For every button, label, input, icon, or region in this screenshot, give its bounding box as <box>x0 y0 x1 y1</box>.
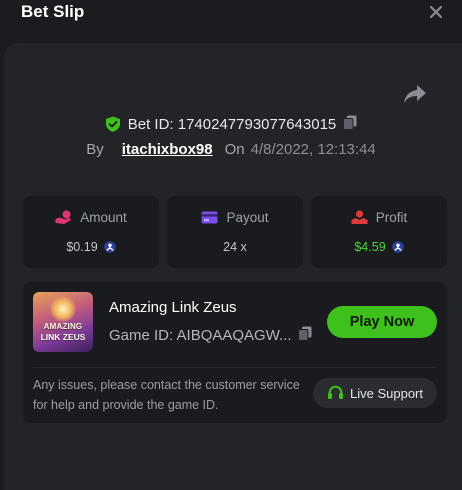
game-name: Amazing Link Zeus <box>109 299 237 316</box>
card-icon <box>201 211 218 224</box>
payout-label-row: Payout <box>167 210 303 225</box>
header: Bet Slip <box>0 0 462 42</box>
game-card: AMAZING LINK ZEUS Amazing Link Zeus Game… <box>23 282 447 423</box>
payout-card: Payout 24 x <box>167 196 303 268</box>
thumbnail-title-line1: AMAZING <box>43 322 83 331</box>
profit-label-row: Profit <box>311 210 447 225</box>
help-text: Any issues, please contact the customer … <box>33 378 300 412</box>
payout-value-row: 24 x <box>167 240 303 254</box>
divider <box>33 367 437 368</box>
amount-card: Amount $0.19 <box>23 196 159 268</box>
username-link[interactable]: itachixbox98 <box>122 141 213 158</box>
profit-card: Profit $4.59 <box>311 196 447 268</box>
profit-label: Profit <box>375 210 408 225</box>
bet-id: Bet ID: 1740247793077643015 <box>127 115 337 133</box>
headset-icon <box>328 385 343 399</box>
thumbnail-glow <box>50 296 76 322</box>
game-thumbnail[interactable]: AMAZING LINK ZEUS <box>33 292 93 352</box>
close-icon <box>429 5 443 19</box>
coin-hand-icon <box>55 210 72 224</box>
copy-game-id-button[interactable] <box>297 326 312 345</box>
copy-icon <box>297 326 312 341</box>
page-title: Bet Slip <box>21 2 85 21</box>
amount-value: $0.19 <box>66 240 98 254</box>
share-button[interactable] <box>403 83 427 105</box>
bet-meta-row: By itachixbox98 On 4/8/2022, 12:13:44 <box>0 138 462 160</box>
game-id: Game ID: AIBQAAQAGW... <box>109 327 292 344</box>
shield-check-icon <box>105 116 120 132</box>
copy-bet-id-button[interactable] <box>343 115 357 134</box>
copy-icon <box>343 115 357 130</box>
crypto-coin-icon <box>103 241 116 253</box>
close-button[interactable] <box>426 2 446 22</box>
by-label: By <box>86 140 104 158</box>
amount-value-row: $0.19 <box>23 240 159 254</box>
amount-label-row: Amount <box>23 210 159 225</box>
hand-coins-icon <box>351 210 368 224</box>
thumbnail-title-line2: LINK ZEUS <box>40 332 86 342</box>
game-id-row: Game ID: AIBQAAQAGW... <box>109 326 312 345</box>
profit-value-row: $4.59 <box>311 240 447 254</box>
payout-label: Payout <box>226 210 269 225</box>
bet-datetime: 4/8/2022, 12:13:44 <box>250 140 376 158</box>
amount-label: Amount <box>80 210 127 225</box>
live-support-button[interactable]: Live Support <box>313 378 437 408</box>
bet-id-row: Bet ID: 1740247793077643015 <box>0 113 462 135</box>
crypto-coin-icon <box>391 241 404 253</box>
on-label: On <box>224 140 245 158</box>
share-icon <box>404 85 426 103</box>
payout-value: 24 x <box>223 240 247 254</box>
live-support-label: Live Support <box>350 385 423 401</box>
profit-value: $4.59 <box>354 240 386 254</box>
play-now-button[interactable]: Play Now <box>327 306 437 338</box>
